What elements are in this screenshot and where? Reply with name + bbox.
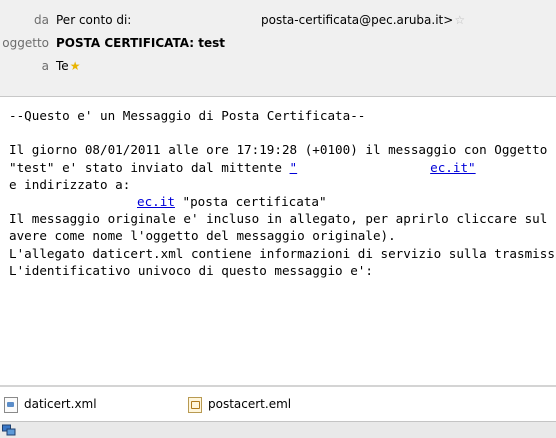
attachment-postacert[interactable]: postacert.eml: [188, 396, 291, 413]
body-line-4: e indirizzato a:: [9, 176, 131, 192]
subject-row: oggetto POSTA CERTIFICATA: test: [0, 34, 556, 52]
from-address[interactable]: posta-certificata@pec.aruba.it>☆: [261, 11, 465, 29]
from-value[interactable]: Per conto di:: [56, 11, 131, 29]
subject-label: oggetto: [2, 36, 49, 50]
from-label: da: [34, 13, 49, 27]
sender-link-start[interactable]: ": [290, 160, 298, 175]
add-contact-star-icon[interactable]: ☆: [454, 13, 465, 27]
body-line-9: L'identificativo univoco di questo messa…: [9, 262, 373, 278]
contact-star-icon[interactable]: ★: [70, 59, 81, 73]
online-status-icon[interactable]: [2, 424, 16, 436]
body-line-5: "posta certificata": [174, 194, 327, 210]
to-row: a Te★: [0, 57, 556, 75]
body-line-3: "test" e' stato inviato dal mittente: [9, 159, 290, 175]
body-line-2: Il giorno 08/01/2011 alle ore 17:19:28 (…: [9, 142, 548, 158]
message-text: --Questo e' un Messaggio di Posta Certif…: [9, 107, 556, 279]
recipient-link[interactable]: ec.it: [137, 194, 175, 209]
to-label: a: [41, 59, 49, 73]
message-body: --Questo e' un Messaggio di Posta Certif…: [0, 97, 556, 385]
sender-link-end[interactable]: ec.it": [430, 160, 476, 175]
from-address-text[interactable]: posta-certificata@pec.aruba.it>: [261, 13, 453, 27]
attachment-bar: daticert.xml postacert.eml: [0, 385, 556, 423]
xml-file-icon: [4, 396, 18, 413]
attachment-name[interactable]: postacert.eml: [208, 397, 291, 411]
attachment-name[interactable]: daticert.xml: [24, 397, 97, 411]
status-bar: [0, 421, 556, 438]
body-line-7: avere come nome l'oggetto del messaggio …: [9, 228, 396, 244]
message-header: da Per conto di: posta-certificata@pec.a…: [0, 0, 556, 97]
eml-file-icon: [188, 396, 202, 413]
body-line-8: L'allegato daticert.xml contiene informa…: [9, 245, 556, 261]
from-row: da Per conto di: posta-certificata@pec.a…: [0, 11, 556, 29]
attachment-daticert[interactable]: daticert.xml: [4, 396, 97, 413]
to-recipient[interactable]: Te★: [56, 57, 80, 75]
body-line-1: --Questo e' un Messaggio di Posta Certif…: [9, 108, 366, 123]
to-value[interactable]: Te: [56, 59, 69, 73]
body-line-6: Il messaggio originale e' incluso in all…: [9, 211, 556, 227]
subject-value: POSTA CERTIFICATA: test: [56, 36, 226, 50]
